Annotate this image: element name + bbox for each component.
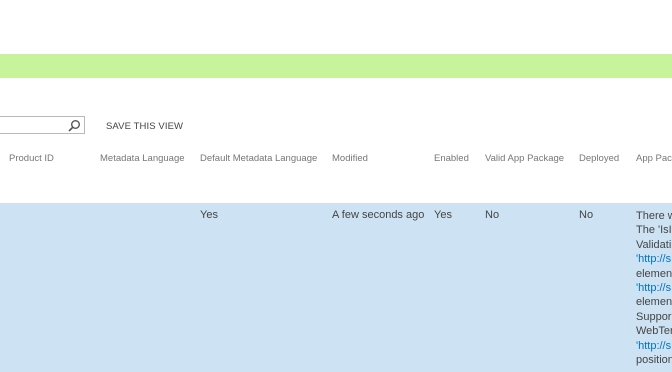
column-header-app-package[interactable]: App Pack (636, 153, 672, 164)
app-package-error-line: There w (636, 210, 672, 222)
status-bar (0, 54, 672, 78)
app-package-error-line: elemen (636, 267, 672, 280)
column-header-enabled[interactable]: Enabled (434, 153, 469, 164)
column-header-default-metadata-language[interactable]: Default Metadata Language (200, 153, 317, 164)
cell-enabled: Yes (434, 209, 452, 221)
search-input[interactable] (1, 118, 63, 131)
app-package-error-link[interactable]: 'http://s (636, 339, 671, 353)
column-header-valid-app-package[interactable]: Valid App Package (485, 153, 564, 164)
app-package-error-link[interactable]: 'http://s (636, 252, 671, 266)
column-header-product-id[interactable]: Product ID (9, 153, 54, 164)
app-package-error-line: Suppor (636, 310, 672, 323)
app-package-error-link[interactable]: 'http://s (636, 281, 671, 295)
cell-modified: A few seconds ago (332, 209, 425, 221)
cell-valid-app-package: No (485, 209, 500, 221)
column-header-metadata-language[interactable]: Metadata Language (100, 153, 185, 164)
app-package-error-line: elemen (636, 296, 672, 309)
app-package-error-line: position (636, 354, 672, 366)
cell-default-metadata-language: Yes (200, 209, 218, 221)
app-package-error-line: WebTer (636, 325, 672, 338)
search-icon[interactable] (68, 119, 81, 132)
search-box[interactable] (0, 116, 85, 134)
cell-deployed: No (579, 209, 594, 221)
app-package-error-line: Validati (636, 238, 672, 251)
table-row[interactable] (0, 203, 672, 372)
column-header-modified[interactable]: Modified (332, 153, 368, 164)
app-package-error-line: The 'IsI (636, 224, 672, 237)
column-header-deployed[interactable]: Deployed (579, 153, 619, 164)
save-this-view-button[interactable]: SAVE THIS VIEW (106, 121, 183, 132)
